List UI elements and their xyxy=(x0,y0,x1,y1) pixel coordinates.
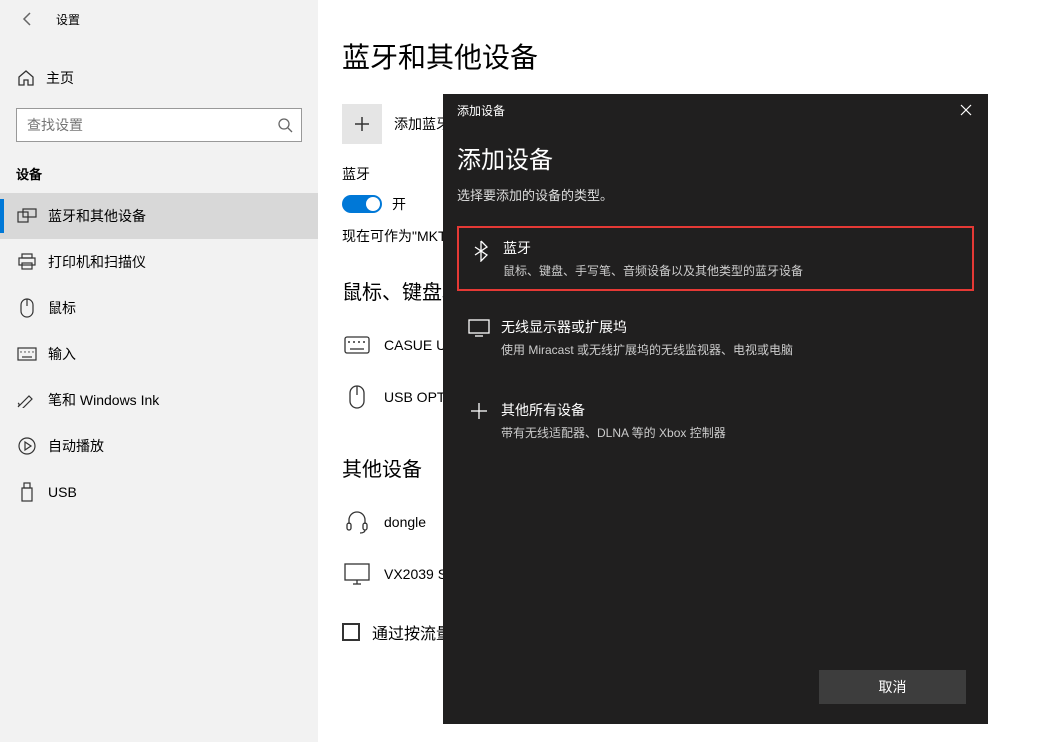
modal-header-title: 添加设备 xyxy=(457,102,505,119)
bluetooth-toggle[interactable] xyxy=(342,195,382,213)
plus-icon xyxy=(353,115,371,133)
sidebar-item-label: 自动播放 xyxy=(48,436,104,456)
option-text: 无线显示器或扩展坞 使用 Miracast 或无线扩展坞的无线监视器、电视或电脑 xyxy=(501,317,966,358)
option-text: 蓝牙 鼠标、键盘、手写笔、音频设备以及其他类型的蓝牙设备 xyxy=(503,238,964,279)
sidebar-item-label: 蓝牙和其他设备 xyxy=(48,206,146,226)
home-icon xyxy=(16,69,36,87)
metered-checkbox[interactable] xyxy=(342,623,360,641)
option-desc: 带有无线适配器、DLNA 等的 Xbox 控制器 xyxy=(501,424,966,441)
option-title: 无线显示器或扩展坞 xyxy=(501,317,966,337)
sidebar-item-bluetooth[interactable]: 蓝牙和其他设备 xyxy=(0,193,318,239)
device-label: CASUE U xyxy=(384,337,446,353)
sidebar-item-usb[interactable]: USB xyxy=(0,469,318,515)
add-device-label: 添加蓝牙 xyxy=(394,114,450,134)
search-box[interactable] xyxy=(16,108,302,142)
modal-body: 添加设备 选择要添加的设备的类型。 蓝牙 鼠标、键盘、手写笔、音频设备以及其他类… xyxy=(443,126,988,451)
back-arrow-icon xyxy=(20,11,36,27)
modal-title: 添加设备 xyxy=(457,140,974,175)
modal-subtitle: 选择要添加的设备的类型。 xyxy=(457,185,974,204)
option-text: 其他所有设备 带有无线适配器、DLNA 等的 Xbox 控制器 xyxy=(501,400,966,441)
sidebar-item-mouse[interactable]: 鼠标 xyxy=(0,285,318,331)
sidebar-item-label: USB xyxy=(48,484,77,500)
device-label: dongle xyxy=(384,514,426,530)
modal-header: 添加设备 xyxy=(443,94,988,126)
sidebar-item-label: 打印机和扫描仪 xyxy=(48,252,146,272)
devices-section-label: 设备 xyxy=(0,142,318,193)
sidebar-header: 设置 xyxy=(0,0,318,38)
cancel-button[interactable]: 取消 xyxy=(819,670,966,704)
settings-title: 设置 xyxy=(56,11,80,28)
page-title: 蓝牙和其他设备 xyxy=(342,36,1046,76)
option-wireless-display[interactable]: 无线显示器或扩展坞 使用 Miracast 或无线扩展坞的无线监视器、电视或电脑 xyxy=(457,307,974,368)
search-input[interactable] xyxy=(27,117,277,133)
search-icon xyxy=(277,117,293,133)
back-button[interactable] xyxy=(18,9,38,29)
add-device-button[interactable] xyxy=(342,104,382,144)
sidebar-item-label: 鼠标 xyxy=(48,298,76,318)
monitor-icon xyxy=(465,317,493,337)
option-everything-else[interactable]: 其他所有设备 带有无线适配器、DLNA 等的 Xbox 控制器 xyxy=(457,390,974,451)
monitor-icon xyxy=(342,563,372,585)
close-icon xyxy=(960,104,972,116)
modal-close-button[interactable] xyxy=(954,98,978,122)
headset-icon xyxy=(342,510,372,534)
home-link[interactable]: 主页 xyxy=(0,56,318,100)
bluetooth-icon xyxy=(467,238,495,262)
option-desc: 使用 Miracast 或无线扩展坞的无线监视器、电视或电脑 xyxy=(501,341,966,358)
home-label: 主页 xyxy=(46,68,74,88)
mouse-icon xyxy=(342,385,372,409)
autoplay-icon xyxy=(16,437,38,455)
device-label: USB OPT xyxy=(384,389,445,405)
sidebar-item-label: 笔和 Windows Ink xyxy=(48,390,159,410)
sidebar-item-pen[interactable]: 笔和 Windows Ink xyxy=(0,377,318,423)
sidebar-item-autoplay[interactable]: 自动播放 xyxy=(0,423,318,469)
option-desc: 鼠标、键盘、手写笔、音频设备以及其他类型的蓝牙设备 xyxy=(503,262,964,279)
device-label: VX2039 S xyxy=(384,566,447,582)
sidebar-item-label: 输入 xyxy=(48,344,76,364)
pen-icon xyxy=(16,392,38,408)
devices-icon xyxy=(16,208,38,224)
keyboard-icon xyxy=(16,347,38,361)
add-device-modal: 添加设备 添加设备 选择要添加的设备的类型。 蓝牙 鼠标、键盘、手写笔、音频设备… xyxy=(443,94,988,724)
option-title: 其他所有设备 xyxy=(501,400,966,420)
mouse-icon xyxy=(16,298,38,318)
option-bluetooth[interactable]: 蓝牙 鼠标、键盘、手写笔、音频设备以及其他类型的蓝牙设备 xyxy=(457,226,974,291)
sidebar-item-typing[interactable]: 输入 xyxy=(0,331,318,377)
usb-icon xyxy=(16,482,38,502)
option-title: 蓝牙 xyxy=(503,238,964,258)
toggle-label: 开 xyxy=(392,194,406,214)
settings-sidebar: 设置 主页 设备 蓝牙和其他设备 打印机和扫描仪 鼠标 xyxy=(0,0,318,742)
printer-icon xyxy=(16,253,38,271)
keyboard-icon xyxy=(342,336,372,354)
plus-icon xyxy=(465,400,493,420)
sidebar-item-printers[interactable]: 打印机和扫描仪 xyxy=(0,239,318,285)
modal-footer: 取消 xyxy=(819,670,966,704)
